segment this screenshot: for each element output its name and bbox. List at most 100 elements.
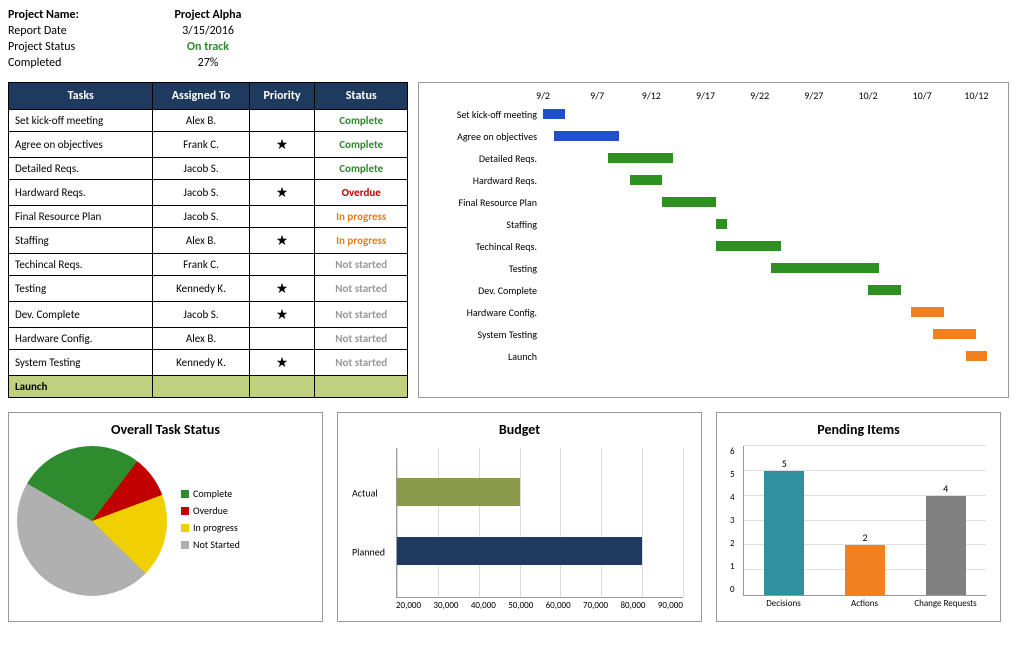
project-header: Project Name: Project Alpha Report Date …: [8, 8, 1009, 70]
status-cell: Overdue: [315, 180, 408, 206]
gantt-row: Hardward Reqs.: [423, 169, 998, 191]
priority-cell: ★: [249, 132, 315, 158]
legend-item: Not Started: [181, 538, 240, 551]
priority-cell: ★: [249, 302, 315, 328]
project-status-label: Project Status: [8, 40, 158, 54]
budget-bar: [397, 537, 642, 565]
priority-cell: ★: [249, 350, 315, 376]
priority-cell: ★: [249, 276, 315, 302]
legend-label: Complete: [193, 487, 232, 500]
budget-tick: 40,000: [471, 600, 496, 611]
gantt-label: Dev. Complete: [423, 284, 543, 297]
task-name: Dev. Complete: [9, 302, 153, 328]
task-table: TasksAssigned ToPriorityStatus Set kick-…: [8, 82, 408, 398]
gantt-bar: [868, 285, 901, 295]
budget-bar: [397, 478, 520, 506]
gantt-bar: [662, 197, 716, 207]
gantt-bar: [911, 307, 944, 317]
status-cell: Not started: [315, 254, 408, 276]
priority-cell: [249, 110, 315, 132]
gantt-label: Set kick-off meeting: [423, 108, 543, 121]
status-cell: In progress: [315, 228, 408, 254]
gantt-tick: 9/17: [696, 89, 715, 102]
gantt-bar: [554, 131, 619, 141]
budget-tick: 80,000: [620, 600, 645, 611]
legend-swatch: [181, 524, 189, 532]
table-row: Final Resource PlanJacob S.In progress: [9, 206, 408, 228]
status-cell: Not started: [315, 328, 408, 350]
table-row: Agree on objectivesFrank C.★Complete: [9, 132, 408, 158]
budget-tick: 50,000: [508, 600, 533, 611]
task-name: Hardware Config.: [9, 328, 153, 350]
report-date-value: 3/15/2016: [158, 24, 258, 38]
legend-label: In progress: [193, 521, 238, 534]
launch-label: Launch: [9, 376, 153, 398]
gantt-row: Dev. Complete: [423, 279, 998, 301]
legend-swatch: [181, 541, 189, 549]
task-name: System Testing: [9, 350, 153, 376]
table-row: System TestingKennedy K.★Not started: [9, 350, 408, 376]
gantt-bar: [933, 329, 976, 339]
gantt-chart: 9/29/79/129/179/229/2710/210/710/12 Set …: [418, 82, 1009, 398]
gantt-row: Final Resource Plan: [423, 191, 998, 213]
star-icon: ★: [276, 280, 289, 297]
gantt-label: Staffing: [423, 218, 543, 231]
pending-value-label: 2: [845, 531, 885, 544]
gantt-row: Staffing: [423, 213, 998, 235]
gantt-tick: 9/22: [750, 89, 769, 102]
gantt-bar: [543, 109, 565, 119]
gantt-row: Hardware Config.: [423, 301, 998, 323]
budget-tick: 70,000: [583, 600, 608, 611]
assigned-to: Alex B.: [153, 228, 249, 254]
completed-value: 27%: [158, 56, 258, 70]
assigned-to: Jacob S.: [153, 302, 249, 328]
task-name: Final Resource Plan: [9, 206, 153, 228]
gantt-tick: 9/7: [590, 89, 604, 102]
gantt-label: Detailed Reqs.: [423, 152, 543, 165]
pending-y-tick: 6: [730, 446, 735, 457]
project-name-label: Project Name:: [8, 8, 158, 22]
table-row: TestingKennedy K.★Not started: [9, 276, 408, 302]
pending-bar: 5: [764, 471, 804, 595]
star-icon: ★: [276, 136, 289, 153]
legend-label: Overdue: [193, 504, 228, 517]
priority-cell: [249, 158, 315, 180]
gantt-row: Detailed Reqs.: [423, 147, 998, 169]
star-icon: ★: [276, 232, 289, 249]
star-icon: ★: [276, 184, 289, 201]
gantt-row: Techincal Reqs.: [423, 235, 998, 257]
pie-legend: Complete Overdue In progress Not Started: [181, 487, 240, 555]
assigned-to: Kennedy K.: [153, 276, 249, 302]
table-header: Tasks: [9, 83, 153, 110]
assigned-to: Frank C.: [153, 132, 249, 158]
table-row: Dev. CompleteJacob S.★Not started: [9, 302, 408, 328]
gantt-label: Launch: [423, 350, 543, 363]
launch-row: Launch: [9, 376, 408, 398]
table-header: Status: [315, 83, 408, 110]
priority-cell: [249, 328, 315, 350]
status-cell: Complete: [315, 132, 408, 158]
gantt-label: Agree on objectives: [423, 130, 543, 143]
gantt-bar: [966, 351, 988, 361]
pending-value-label: 4: [926, 482, 966, 495]
pending-value-label: 5: [764, 457, 804, 470]
budget-tick: 60,000: [546, 600, 571, 611]
pending-y-tick: 5: [730, 469, 735, 480]
assigned-to: Jacob S.: [153, 206, 249, 228]
pending-category-label: Actions: [830, 598, 900, 609]
assigned-to: Alex B.: [153, 328, 249, 350]
pending-y-tick: 4: [730, 492, 735, 503]
gantt-row: Launch: [423, 345, 998, 367]
gantt-label: Final Resource Plan: [423, 196, 543, 209]
gantt-tick: 10/7: [913, 89, 932, 102]
table-row: Hardward Reqs.Jacob S.★Overdue: [9, 180, 408, 206]
budget-category-label: Actual: [352, 486, 378, 499]
project-status-value: On track: [158, 40, 258, 54]
task-name: Set kick-off meeting: [9, 110, 153, 132]
budget-title: Budget: [346, 421, 693, 438]
star-icon: ★: [276, 354, 289, 371]
project-name-value: Project Alpha: [158, 8, 258, 22]
gantt-bar: [630, 175, 663, 185]
report-date-label: Report Date: [8, 24, 158, 38]
pending-y-tick: 3: [730, 515, 735, 526]
